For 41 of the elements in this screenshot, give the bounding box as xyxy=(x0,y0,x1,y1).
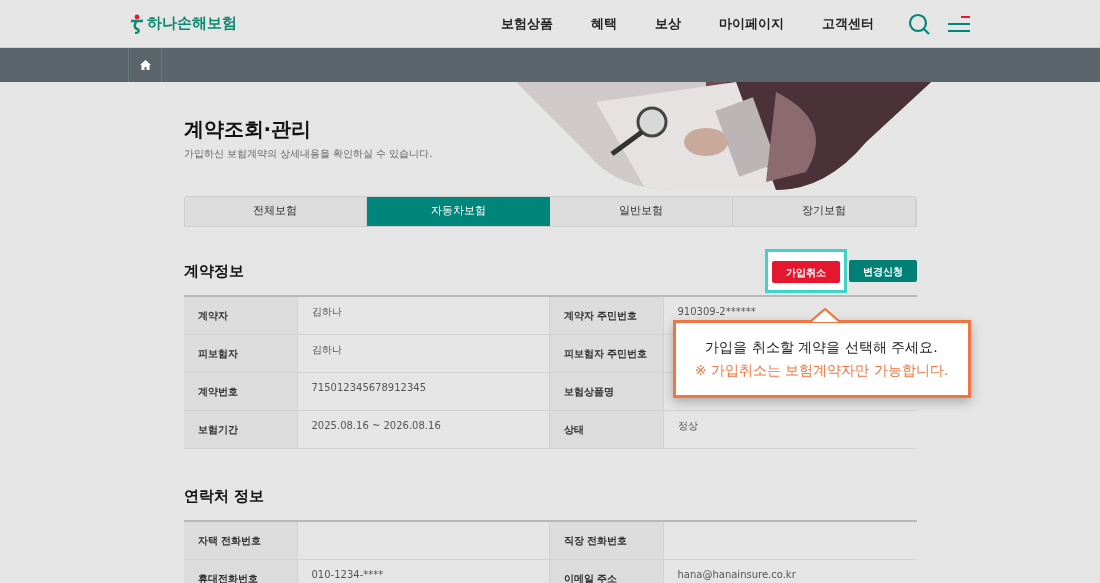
table-cell-text: 2025.08.16 ~ 2026.08.16 xyxy=(311,419,441,433)
table-cell-text: 910309-2****** xyxy=(677,305,756,319)
nav-link[interactable]: 마이페이지 xyxy=(719,13,784,34)
table-cell-text: 715012345678912345 xyxy=(311,381,427,395)
table-cell-text: 김하나 xyxy=(311,343,342,357)
table-cell-text: 김하나 xyxy=(311,305,342,319)
tab[interactable]: 전체보험 xyxy=(184,197,368,226)
home-icon[interactable] xyxy=(139,60,151,70)
nav-link[interactable]: 고객센터 xyxy=(822,13,874,34)
nav-link[interactable]: 혜택 xyxy=(591,13,617,34)
table-header-cell: 피보험자 주민번호 xyxy=(549,335,664,372)
table-cell-text: 정상 xyxy=(677,419,698,433)
page-title: 계약조회·관리 xyxy=(183,116,313,143)
table-header-cell: 계약자 xyxy=(183,297,298,334)
search-icon[interactable] xyxy=(908,12,930,35)
table-header-cell: 상태 xyxy=(549,411,664,448)
tab[interactable]: 일반보험 xyxy=(550,197,733,226)
table-header-cell: 계약자 주민번호 xyxy=(549,297,664,334)
table-header-cell: 직장 전화번호 xyxy=(549,521,664,559)
table-cell-text: hana@hanainsure.co.kr xyxy=(677,567,796,582)
table-cell-text: 010-1234-**** xyxy=(311,567,384,582)
tooltip-message: 가입을 취소할 계약을 선택해 주세요. xyxy=(705,338,938,357)
section-title: 연락처 정보 xyxy=(183,486,265,507)
table-header-cell: 보험상품명 xyxy=(549,373,664,410)
menu-icon[interactable] xyxy=(948,15,970,32)
tab[interactable]: 자동차보험 xyxy=(367,197,550,226)
table-header-cell: 휴대전화번호 xyxy=(183,559,298,583)
nav-link[interactable]: 보험상품 xyxy=(501,13,553,34)
tab[interactable]: 장기보험 xyxy=(732,197,916,226)
table-header-cell: 보험기간 xyxy=(183,411,298,448)
nav-link[interactable]: 보상 xyxy=(655,13,681,34)
table-header-cell: 계약번호 xyxy=(183,373,298,410)
change-request-button[interactable]: 변경신청 xyxy=(848,260,917,282)
table-header-cell: 자택 전화번호 xyxy=(183,521,298,559)
tooltip-note: ※ 가입취소는 보험계약자만 가능합니다. xyxy=(694,361,949,380)
table-header-cell: 피보험자 xyxy=(183,335,298,372)
logo-icon xyxy=(130,13,144,34)
cancel-subscription-button[interactable]: 가입취소 xyxy=(771,261,840,284)
table-header-cell: 이메일 주소 xyxy=(549,559,664,583)
section-title: 계약정보 xyxy=(183,260,244,282)
page-subtitle: 가입하신 보험계약의 상세내용을 확인하실 수 있습니다. xyxy=(183,147,434,161)
